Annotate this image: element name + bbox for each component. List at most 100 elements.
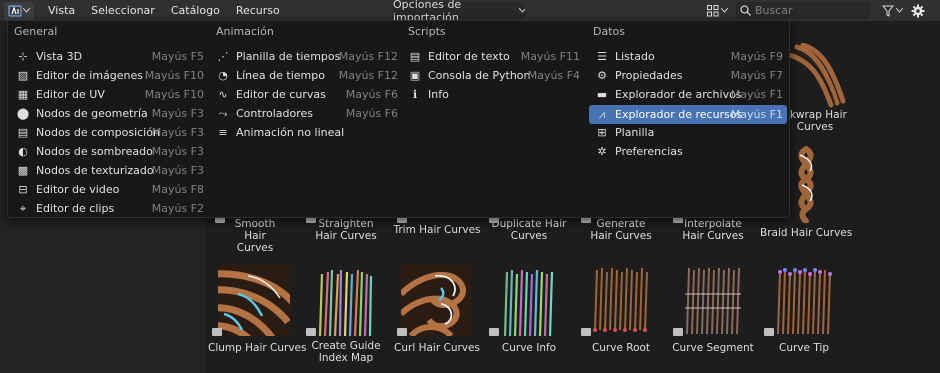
asset-curl-hair-curves[interactable]: Curl Hair Curves — [393, 264, 481, 354]
asset-smooth-hair-curves[interactable]: Smooth Hair Curves — [211, 215, 299, 254]
outliner-icon: ☰ — [597, 50, 607, 63]
asset-clump-hair-curves[interactable]: Clump Hair Curves — [208, 264, 306, 354]
menu-item-shortcut: Mayús F3 — [151, 145, 204, 158]
menu-item-compositor-nodes[interactable]: ▤ Nodos de composición Mayús F3 — [16, 123, 208, 142]
menu-item-spreadsheet[interactable]: ⊞ Planilla — [589, 123, 787, 142]
menu-item-asset-browser[interactable]: ⩘ Explorador de recursos Mayús F1 — [589, 105, 787, 124]
menu-item-label: Nodos de composición — [36, 126, 160, 139]
drivers-icon: ⤳ — [218, 106, 228, 120]
menu-item-texture-nodes[interactable]: ▩ Nodos de texturizado Mayús F3 — [16, 161, 208, 180]
menu-item-text-editor[interactable]: ▤ Editor de texto Mayús F11 — [408, 47, 584, 66]
column-title: Scripts — [408, 25, 446, 38]
menu-item-label: Info — [428, 88, 449, 101]
menu-item-shortcut: Mayús F10 — [144, 88, 204, 101]
menu-item-label: Explorador de recursos — [615, 108, 743, 121]
menu-item-video-editor[interactable]: ⊟ Editor de video Mayús F8 — [16, 180, 208, 199]
settings-button[interactable] — [909, 2, 927, 19]
filter-icon — [881, 5, 894, 17]
asset-label: Trim Hair Curves — [393, 224, 481, 236]
menu-item-graph-editor[interactable]: ∿ Editor de curvas Mayús F6 — [216, 85, 402, 104]
menu-seleccionar[interactable]: Seleccionar — [83, 0, 163, 21]
menu-item-shortcut: Mayús F8 — [151, 183, 204, 196]
menu-item-shortcut: Mayús F3 — [151, 107, 204, 120]
menu-item-geometry-nodes[interactable]: ⬤ Nodos de geometría Mayús F3 — [16, 104, 208, 123]
asset-label: Create Guide Index Map — [311, 340, 381, 364]
import-options-dropdown[interactable]: Opciones de importación — [393, 0, 525, 24]
menu-item-shortcut: Mayús F7 — [730, 69, 783, 82]
filter-button[interactable] — [878, 2, 906, 19]
menu-item-properties[interactable]: ⚙ Propiedades Mayús F7 — [589, 66, 787, 85]
asset-duplicate-hair-curves[interactable]: Duplicate Hair Curves — [485, 215, 573, 242]
menu-vista[interactable]: Vista — [40, 0, 83, 21]
menu-item-drivers[interactable]: ⤳ Controladores Mayús F6 — [216, 104, 402, 123]
node-tree-icon — [764, 328, 774, 336]
asset-straighten-hair-curves[interactable]: Straighten Hair Curves — [302, 215, 390, 242]
editor-type-button[interactable] — [4, 1, 34, 20]
menu-item-shortcut: Mayús F1 — [730, 88, 783, 101]
menu-item-label: Propiedades — [615, 69, 683, 82]
asset-thumbnail — [585, 264, 657, 336]
search-placeholder: Buscar — [755, 4, 793, 17]
menu-item-outliner[interactable]: ☰ Listado Mayús F9 — [589, 47, 787, 66]
asset-generate-hair-curves[interactable]: Generate Hair Curves — [577, 215, 665, 242]
asset-curve-info[interactable]: Curve Info — [485, 264, 573, 354]
asset-label: Curve Root — [591, 342, 651, 354]
image-editor-icon: ▨ — [17, 69, 29, 82]
menu-item-shader-nodes[interactable]: ◐ Nodos de sombreado Mayús F3 — [16, 142, 208, 161]
menu-item-label: Animación no lineal — [236, 126, 345, 139]
asset-thumbnail — [493, 264, 565, 336]
menu-recurso[interactable]: Recurso — [228, 0, 288, 21]
asset-label: Curve Segment — [672, 342, 754, 354]
menu-item-label: Editor de curvas — [236, 88, 326, 101]
asset-trim-hair-curves[interactable]: Trim Hair Curves — [393, 215, 481, 236]
asset-label: Curve Info — [501, 342, 557, 354]
menu-item-file-browser[interactable]: ▬ Explorador de archivos Mayús F1 — [589, 85, 787, 104]
menu-item-dopesheet[interactable]: ⋰ Planilla de tiempos Mayús F12 — [216, 47, 402, 66]
editor-type-menu: General ⊹ Vista 3D Mayús F5 ▨ Editor de imá… — [7, 20, 790, 218]
menu-item-label: Editor de imágenes — [36, 69, 144, 82]
menu-item-shortcut: Mayús F4 — [527, 69, 580, 82]
menu-item-3d-view[interactable]: ⊹ Vista 3D Mayús F5 — [16, 47, 208, 66]
node-tree-icon — [212, 328, 222, 336]
menu-item-shortcut: Mayús F6 — [345, 107, 398, 120]
menu-item-label: Explorador de archivos — [615, 88, 742, 101]
menu-item-shortcut: Mayús F10 — [144, 69, 204, 82]
uv-editor-icon: ▦ — [17, 88, 29, 101]
search-input[interactable]: Buscar — [736, 2, 870, 19]
menu-item-python-console[interactable]: ▣ Consola de Python Mayús F4 — [408, 66, 584, 85]
asset-label: Curve Tip — [779, 342, 829, 354]
display-mode-button[interactable] — [705, 2, 730, 19]
column-title: Animación — [216, 25, 274, 38]
text-editor-icon: ▤ — [409, 50, 421, 63]
asset-thumbnail — [768, 264, 840, 336]
node-tree-icon — [489, 328, 499, 336]
asset-interpolate-hair-curves[interactable]: Interpolate Hair Curves — [669, 215, 757, 242]
menu-item-label: Controladores — [236, 107, 313, 120]
asset-shrinkwrap-thumbnail — [787, 43, 867, 109]
column-title: Datos — [593, 25, 625, 38]
python-console-icon: ▣ — [409, 69, 421, 82]
menu-item-label: Editor de video — [36, 183, 120, 196]
menu-item-label: Línea de tiempo — [236, 69, 325, 82]
asset-shrinkwrap-hair-curves[interactable]: nkwrap Hair Curves — [780, 109, 850, 133]
asset-create-guide-index-map[interactable]: Create Guide Index Map — [302, 264, 390, 364]
menu-item-timeline[interactable]: ◔ Línea de tiempo Mayús F12 — [216, 66, 402, 85]
asset-curve-tip[interactable]: Curve Tip — [760, 264, 848, 354]
menu-item-label: Vista 3D — [36, 50, 83, 63]
menu-item-preferences[interactable]: ✲ Preferencias — [589, 142, 787, 161]
menu-item-label: Editor de texto — [428, 50, 510, 63]
menu-item-uv-editor[interactable]: ▦ Editor de UV Mayús F10 — [16, 85, 208, 104]
asset-curve-root[interactable]: Curve Root — [577, 264, 665, 354]
menu-item-image-editor[interactable]: ▨ Editor de imágenes Mayús F10 — [16, 66, 208, 85]
menu-item-info[interactable]: ℹ Info — [408, 85, 584, 104]
column-title: General — [14, 25, 58, 38]
menu-item-shortcut: Mayús F5 — [151, 50, 204, 63]
menu-catalogo[interactable]: Catálogo — [163, 0, 228, 21]
menu-item-label: Nodos de sombreado — [36, 145, 153, 158]
asset-label: nkwrap Hair Curves — [783, 109, 847, 133]
asset-curve-segment[interactable]: Curve Segment — [669, 264, 757, 354]
menu-item-label: Consola de Python — [428, 69, 531, 82]
menu-item-nla[interactable]: ≡ Animación no lineal — [216, 123, 402, 142]
menu-item-clip-editor[interactable]: ⌖ Editor de clips Mayús F2 — [16, 199, 208, 218]
asset-thumbnail — [677, 264, 749, 336]
